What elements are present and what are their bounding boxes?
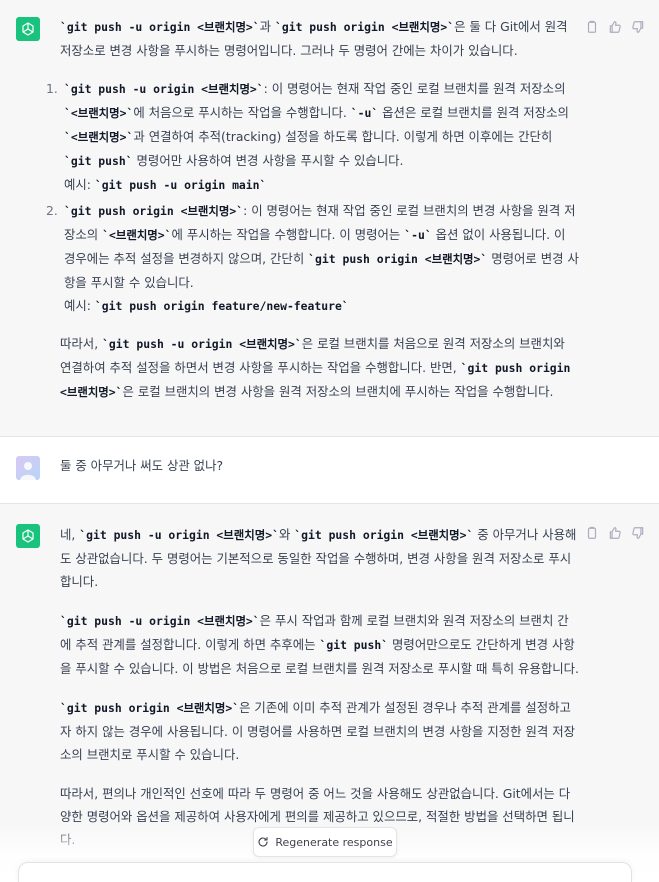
inline-code: `git push origin <브랜치명>`	[275, 20, 455, 34]
text: 과	[259, 19, 275, 34]
answer-paragraph-2: `git push -u origin <브랜치명>`은 푸시 작업과 함께 로…	[60, 609, 580, 680]
comparison-list: 1. `git push -u origin <브랜치명>`: 이 명령어는 현…	[46, 77, 580, 318]
prompt-input-box[interactable]	[18, 862, 632, 882]
text: 명령어만 사용하여 변경 사항을 푸시할 수 있습니다.	[132, 153, 404, 168]
user-message: 둘 중 아무거나 써도 상관 없나?	[0, 437, 659, 504]
text: 네,	[60, 527, 80, 542]
text: 옵션은 로컬 브랜치를 원격 저장소의	[378, 105, 569, 120]
text: 에 처음으로 푸시하는 작업을 수행합니다.	[133, 105, 351, 120]
inline-code: `git push -u origin <브랜치명>`	[79, 528, 279, 542]
answer-paragraph-3: `git push origin <브랜치명>`은 기존에 이미 추적 관계가 …	[60, 696, 580, 766]
inline-code: `git push -u origin <브랜치명>`	[102, 337, 302, 351]
list-item: 2. `git push origin <브랜치명>`: 이 명령어는 현재 작…	[46, 199, 580, 318]
inline-code: `<브랜치명>`	[102, 228, 172, 242]
inline-code: `git push`	[319, 638, 389, 652]
list-number: 2.	[46, 203, 58, 218]
assistant-message-1: `git push -u origin <브랜치명>`과 `git push o…	[0, 0, 659, 437]
list-number: 1.	[46, 81, 58, 96]
assistant-avatar	[16, 524, 40, 548]
inline-code: `-u`	[404, 228, 432, 242]
inline-code: `git push origin feature/new-feature`	[94, 299, 349, 313]
inline-code: `git push`	[64, 154, 133, 168]
example-label: 예시:	[64, 298, 95, 313]
assistant-message-1-content: `git push -u origin <브랜치명>`과 `git push o…	[46, 15, 580, 420]
message-actions	[585, 20, 645, 34]
inline-code: `git push -u origin <브랜치명>`	[64, 82, 264, 96]
inline-code: `<브랜치명>`	[64, 130, 134, 144]
thumbs-down-icon[interactable]	[631, 20, 645, 34]
text: 따라서,	[60, 336, 103, 351]
inline-code: `git push -u origin <브랜치명>`	[60, 20, 260, 34]
assistant-message-2-content: 네, `git push -u origin <브랜치명>`와 `git pus…	[60, 523, 580, 867]
user-avatar-icon	[16, 456, 40, 480]
thumbs-up-icon[interactable]	[608, 20, 622, 34]
inline-code: `git push -u origin main`	[94, 178, 267, 192]
inline-code: `git push origin <브랜치명>`	[60, 701, 240, 715]
inline-code: `-u`	[350, 106, 379, 120]
text: 에 푸시하는 작업을 수행합니다. 이 명령어는	[171, 227, 405, 242]
assistant-message-2: 네, `git push -u origin <브랜치명>`와 `git pus…	[0, 504, 659, 872]
thumbs-down-icon[interactable]	[631, 526, 645, 540]
text: : 이 명령어는 현재 작업 중인 로컬 브랜치를 원격 저장소의	[263, 81, 566, 96]
inline-code: `git push origin <브랜치명>`	[294, 528, 474, 542]
regenerate-label: Regenerate response	[275, 835, 393, 849]
clipboard-icon[interactable]	[585, 20, 599, 34]
message-actions	[585, 526, 645, 540]
text: 과 연결하여 추적(tracking) 설정을 하도록 합니다. 이렇게 하면 …	[133, 129, 553, 144]
inline-code: `<브랜치명>`	[64, 106, 134, 120]
text: 와	[278, 527, 295, 542]
clipboard-icon[interactable]	[585, 526, 599, 540]
user-message-text: 둘 중 아무거나 써도 상관 없나?	[60, 458, 224, 473]
list-item: 1. `git push -u origin <브랜치명>`: 이 명령어는 현…	[46, 77, 580, 197]
intro-paragraph: `git push -u origin <브랜치명>`과 `git push o…	[60, 15, 580, 62]
outro-paragraph: 따라서, `git push -u origin <브랜치명>` 은 로컬 브랜치…	[60, 332, 580, 404]
inline-code: `git push origin <브랜치명>`	[64, 204, 244, 218]
answer-paragraph-1: 네, `git push -u origin <브랜치명>`와 `git pus…	[60, 523, 580, 593]
inline-code: `git push -u origin <브랜치명>`	[60, 614, 260, 628]
inline-code: `git push origin <브랜치명>`	[308, 252, 488, 266]
regenerate-button[interactable]: Regenerate response	[253, 827, 397, 857]
openai-logo-icon	[22, 22, 34, 36]
example-label: 예시:	[64, 177, 95, 192]
thumbs-up-icon[interactable]	[608, 526, 622, 540]
refresh-icon	[258, 836, 268, 847]
openai-logo-icon	[22, 529, 34, 543]
text: 은 로컬 브랜치의 변경 사항을 원격 저장소의 브랜치에 푸시하는 작업을 수…	[122, 384, 554, 399]
assistant-avatar	[16, 17, 40, 41]
